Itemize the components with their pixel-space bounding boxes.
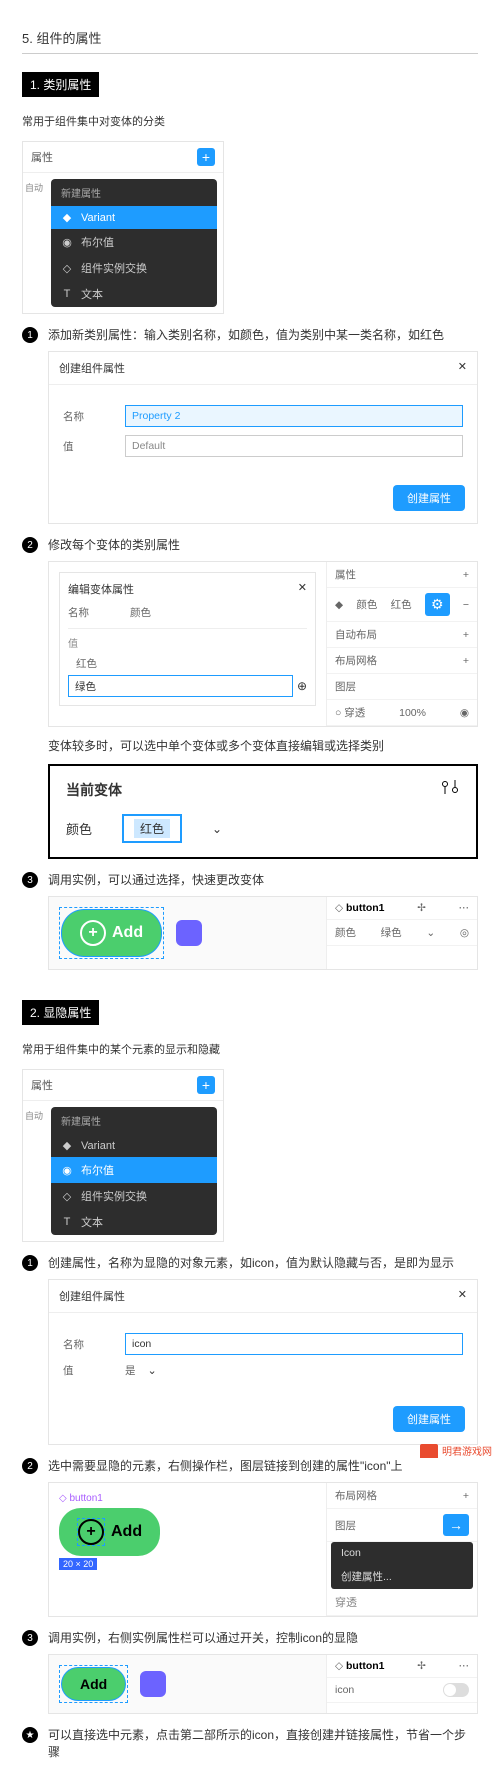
menu-item-text[interactable]: T文本 [51,281,217,307]
close-icon[interactable]: ✕ [298,581,307,597]
edit-variant-title: 编辑变体属性 [68,581,134,597]
target-icon[interactable]: ◎ [460,927,469,939]
size-label: 20 × 20 [59,1558,97,1570]
text-icon: T [61,1216,73,1228]
icon-option[interactable]: Icon [331,1542,473,1564]
swap-icon[interactable]: ✢ [417,1660,426,1672]
section1-title: 1. 类别属性 [22,72,99,97]
swap-icon: ◇ [61,262,73,275]
menu-header: 新建属性 [51,179,217,206]
properties-panel-title: 属性 [31,149,53,165]
close-icon[interactable]: ✕ [458,360,467,376]
diamond-icon: ◆ [61,1139,73,1152]
add-button-component[interactable]: + Add [59,1508,160,1556]
plus-icon: + [78,1519,104,1545]
link-property-icon[interactable]: → [443,1514,469,1536]
section2-intro: 常用于组件集中的某个元素的显示和隐藏 [22,1041,478,1057]
color-label: 颜色 [66,819,92,838]
add-property-button[interactable]: + [197,1076,215,1094]
chevron-down-icon[interactable]: ⌄ [426,927,435,939]
dialog-title: 创建组件属性 [59,360,125,376]
menu-item-variant[interactable]: ◆Variant [51,1134,217,1157]
name-label: 名称 [63,409,113,424]
step-1-badge: 1 [22,327,38,343]
s2-step1-text: 创建属性，名称为显隐的对象元素，如icon，值为默认隐藏与否，是即为显示 [48,1254,478,1271]
step-1-badge: 1 [22,1255,38,1271]
menu-item-boolean[interactable]: ◉布尔值 [51,229,217,255]
new-property-menu: 新建属性 ◆Variant ◉布尔值 ◇组件实例交换 T文本 [51,179,217,307]
eye-icon[interactable]: ◉ [460,707,469,719]
value-input[interactable] [125,435,463,457]
purple-square-icon [176,920,202,946]
color-value[interactable]: 绿色 [381,925,402,940]
purple-square-icon [140,1671,166,1697]
section2-title: 2. 显隐属性 [22,1000,99,1025]
swap-icon[interactable]: ✢ [417,902,426,914]
page-heading: 5. 组件的属性 [22,28,478,54]
step3-text: 调用实例，可以通过选择，快速更改变体 [48,871,478,888]
s2-step3-text: 调用实例，右侧实例属性栏可以通过开关，控制icon的显隐 [48,1629,478,1646]
swap-icon: ◇ [61,1190,73,1203]
plus-icon: + [80,920,106,946]
add-property-button[interactable]: + [197,148,215,166]
menu-item-text[interactable]: T文本 [51,1209,217,1235]
property-link-popup: Icon 创建属性... [331,1542,473,1589]
chevron-down-icon[interactable]: ⌄ [212,822,222,836]
add-button-instance[interactable]: Add [62,1668,125,1700]
step-2-badge: 2 [22,1458,38,1474]
add-value-icon[interactable]: ⊕ [297,679,307,693]
settings-icon[interactable]: ⚙ [425,593,450,616]
text-icon: T [61,288,73,300]
close-icon[interactable]: ✕ [458,1288,467,1304]
menu-item-variant[interactable]: ◆Variant [51,206,217,229]
step-3-badge: 3 [22,1630,38,1646]
menu-item-swap[interactable]: ◇组件实例交换 [51,1183,217,1209]
name-input[interactable] [125,1333,463,1355]
value-input[interactable] [68,675,293,697]
step-3-badge: 3 [22,872,38,888]
color-select[interactable]: 红色 [122,814,182,843]
site-logo: 明君游戏网 [420,1443,492,1458]
name-input[interactable] [125,405,463,427]
menu-item-boolean[interactable]: ◉布尔值 [51,1157,217,1183]
eye-icon: ◉ [61,1164,73,1177]
side-label: 自动 [25,183,43,193]
mixer-icon[interactable] [440,780,460,794]
new-property-menu: 新建属性 ◆Variant ◉布尔值 ◇组件实例交换 T文本 [51,1107,217,1235]
current-variant-title: 当前变体 [66,780,122,800]
properties-panel-title: 属性 [31,1077,53,1093]
chevron-down-icon[interactable]: ⌄ [148,1364,157,1377]
eye-icon: ◉ [61,236,73,249]
step1-text: 添加新类别属性：输入类别名称，如颜色，值为类别中某一类名称，如红色 [48,326,478,343]
step2-text: 修改每个变体的类别属性 [48,536,478,553]
diamond-icon: ◆ [61,211,73,224]
section1-intro: 常用于组件集中对变体的分类 [22,113,478,129]
step-2-badge: 2 [22,537,38,553]
create-button[interactable]: 创建属性 [393,485,465,511]
icon-toggle[interactable] [443,1683,469,1697]
create-button[interactable]: 创建属性 [393,1406,465,1432]
star-note: 可以直接选中元素，点击第二部所示的icon，直接创建并链接属性，节省一个步骤 [48,1726,478,1760]
star-badge: ★ [22,1727,38,1743]
create-property-option[interactable]: 创建属性... [331,1564,473,1589]
value-label: 值 [63,439,113,454]
step2-note: 变体较多时，可以选中单个变体或多个变体直接编辑或选择类别 [48,737,478,754]
menu-item-swap[interactable]: ◇组件实例交换 [51,255,217,281]
diamond-icon: ◆ [335,599,343,611]
add-button-instance[interactable]: +Add [62,910,161,956]
